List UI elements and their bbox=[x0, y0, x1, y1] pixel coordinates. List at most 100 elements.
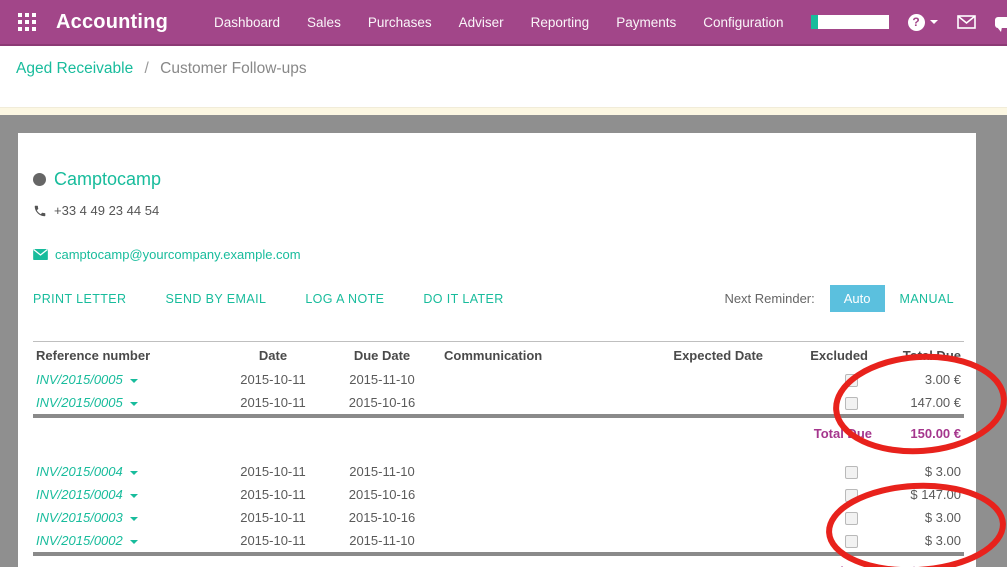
apps-grid-icon[interactable] bbox=[18, 13, 36, 32]
nav-item-purchases[interactable]: Purchases bbox=[368, 15, 432, 30]
excluded-checkbox[interactable] bbox=[845, 397, 858, 410]
table-row: INV/2015/0004 2015-10-11 2015-10-16 $ 14… bbox=[33, 483, 964, 506]
expected-date-cell[interactable] bbox=[626, 460, 766, 483]
excluded-checkbox[interactable] bbox=[845, 489, 858, 502]
total-due-label: Total Due bbox=[33, 417, 876, 448]
help-menu[interactable]: ? bbox=[908, 14, 938, 31]
date-cell: 2015-10-11 bbox=[223, 391, 323, 415]
nav-item-configuration[interactable]: Configuration bbox=[703, 15, 783, 30]
caret-down-icon[interactable] bbox=[130, 471, 138, 475]
total-due-cell: $ 3.00 bbox=[876, 460, 964, 483]
caret-down-icon[interactable] bbox=[130, 379, 138, 383]
auto-reminder-button[interactable]: Auto bbox=[830, 285, 885, 312]
table-row: INV/2015/0002 2015-10-11 2015-11-10 $ 3.… bbox=[33, 529, 964, 553]
table-row: INV/2015/0003 2015-10-11 2015-10-16 $ 3.… bbox=[33, 506, 964, 529]
customer-phone: +33 4 49 23 44 54 bbox=[54, 203, 159, 218]
invoice-reference-link[interactable]: INV/2015/0005 bbox=[36, 372, 123, 387]
col-header-date: Date bbox=[223, 342, 323, 369]
excluded-checkbox[interactable] bbox=[845, 374, 858, 387]
top-bar: Accounting Dashboard Sales Purchases Adv… bbox=[0, 0, 1007, 46]
customer-bullet-icon bbox=[33, 173, 46, 186]
invoice-reference-link[interactable]: INV/2015/0004 bbox=[36, 487, 123, 502]
send-by-email-button[interactable]: SEND BY EMAIL bbox=[165, 292, 266, 306]
expected-date-cell[interactable] bbox=[626, 368, 766, 391]
chevron-down-icon bbox=[930, 20, 938, 24]
nav-item-reporting[interactable]: Reporting bbox=[531, 15, 590, 30]
expected-date-cell[interactable] bbox=[626, 391, 766, 415]
excluded-checkbox[interactable] bbox=[845, 512, 858, 525]
expected-date-cell[interactable] bbox=[626, 483, 766, 506]
table-row: INV/2015/0005 2015-10-11 2015-10-16 147.… bbox=[33, 391, 964, 415]
customer-header: Camptocamp bbox=[33, 169, 964, 190]
log-a-note-button[interactable]: LOG A NOTE bbox=[305, 292, 384, 306]
due-date-cell: 2015-11-10 bbox=[323, 368, 441, 391]
expected-date-cell[interactable] bbox=[626, 506, 766, 529]
date-cell: 2015-10-11 bbox=[223, 368, 323, 391]
nav-item-sales[interactable]: Sales bbox=[307, 15, 341, 30]
total-due-cell: $ 3.00 bbox=[876, 506, 964, 529]
table-row: INV/2015/0005 2015-10-11 2015-11-10 3.00… bbox=[33, 368, 964, 391]
group-spacer bbox=[33, 448, 964, 460]
total-due-cell: $ 147.00 bbox=[876, 483, 964, 506]
group-total-row: Total Due $ 156.00 bbox=[33, 555, 964, 567]
due-date-cell: 2015-10-16 bbox=[323, 483, 441, 506]
communication-cell bbox=[441, 460, 626, 483]
expected-date-cell[interactable] bbox=[626, 529, 766, 553]
mail-icon[interactable] bbox=[957, 15, 976, 29]
customer-name[interactable]: Camptocamp bbox=[54, 169, 161, 190]
col-header-total-due: Total Due bbox=[876, 342, 964, 369]
breadcrumb-link-aged-receivable[interactable]: Aged Receivable bbox=[16, 60, 133, 77]
due-date-cell: 2015-10-16 bbox=[323, 391, 441, 415]
chat-bubble-icon bbox=[995, 17, 1007, 28]
notification-strip bbox=[0, 107, 1007, 115]
caret-down-icon[interactable] bbox=[130, 540, 138, 544]
communication-cell bbox=[441, 483, 626, 506]
excluded-checkbox[interactable] bbox=[845, 535, 858, 548]
customer-email[interactable]: camptocamp@yourcompany.example.com bbox=[55, 247, 301, 262]
total-due-value: 150.00 € bbox=[876, 417, 964, 448]
phone-icon bbox=[33, 204, 47, 218]
col-header-communication: Communication bbox=[441, 342, 626, 369]
communication-cell bbox=[441, 368, 626, 391]
nav-item-adviser[interactable]: Adviser bbox=[459, 15, 504, 30]
do-it-later-button[interactable]: DO IT LATER bbox=[423, 292, 503, 306]
top-right-controls: ? 21 bbox=[811, 14, 1007, 31]
excluded-checkbox[interactable] bbox=[845, 466, 858, 479]
group-total-row: Total Due 150.00 € bbox=[33, 417, 964, 448]
caret-down-icon[interactable] bbox=[130, 402, 138, 406]
envelope-icon bbox=[33, 249, 48, 260]
next-reminder-group: Next Reminder: Auto MANUAL bbox=[724, 285, 964, 312]
planner-progress-bar[interactable] bbox=[811, 15, 889, 29]
col-header-expected-date: Expected Date bbox=[626, 342, 766, 369]
app-title: Accounting bbox=[56, 11, 168, 34]
caret-down-icon[interactable] bbox=[130, 517, 138, 521]
next-reminder-label: Next Reminder: bbox=[724, 291, 814, 306]
date-cell: 2015-10-11 bbox=[223, 483, 323, 506]
communication-cell bbox=[441, 529, 626, 553]
nav-item-dashboard[interactable]: Dashboard bbox=[214, 15, 280, 30]
col-header-reference: Reference number bbox=[33, 342, 223, 369]
page-background: Camptocamp +33 4 49 23 44 54 camptocamp@… bbox=[0, 115, 1007, 567]
invoice-reference-link[interactable]: INV/2015/0002 bbox=[36, 533, 123, 548]
manual-reminder-button[interactable]: MANUAL bbox=[900, 292, 955, 306]
invoice-reference-link[interactable]: INV/2015/0003 bbox=[36, 510, 123, 525]
print-letter-button[interactable]: PRINT LETTER bbox=[33, 292, 126, 306]
caret-down-icon[interactable] bbox=[130, 494, 138, 498]
nav-item-payments[interactable]: Payments bbox=[616, 15, 676, 30]
date-cell: 2015-10-11 bbox=[223, 529, 323, 553]
help-icon: ? bbox=[908, 14, 925, 31]
actions-row: PRINT LETTER SEND BY EMAIL LOG A NOTE DO… bbox=[33, 285, 964, 312]
table-row: INV/2015/0004 2015-10-11 2015-11-10 $ 3.… bbox=[33, 460, 964, 483]
breadcrumb-separator: / bbox=[145, 60, 149, 77]
communication-cell bbox=[441, 391, 626, 415]
breadcrumb: Aged Receivable / Customer Follow-ups bbox=[0, 46, 1007, 107]
col-header-due-date: Due Date bbox=[323, 342, 441, 369]
invoice-reference-link[interactable]: INV/2015/0005 bbox=[36, 395, 123, 410]
total-due-cell: 3.00 € bbox=[876, 368, 964, 391]
date-cell: 2015-10-11 bbox=[223, 460, 323, 483]
messages-menu[interactable]: 21 bbox=[995, 15, 1007, 30]
planner-progress-fill bbox=[811, 15, 818, 29]
invoice-reference-link[interactable]: INV/2015/0004 bbox=[36, 464, 123, 479]
total-due-value: $ 156.00 bbox=[876, 555, 964, 567]
customer-phone-row: +33 4 49 23 44 54 bbox=[33, 203, 964, 218]
